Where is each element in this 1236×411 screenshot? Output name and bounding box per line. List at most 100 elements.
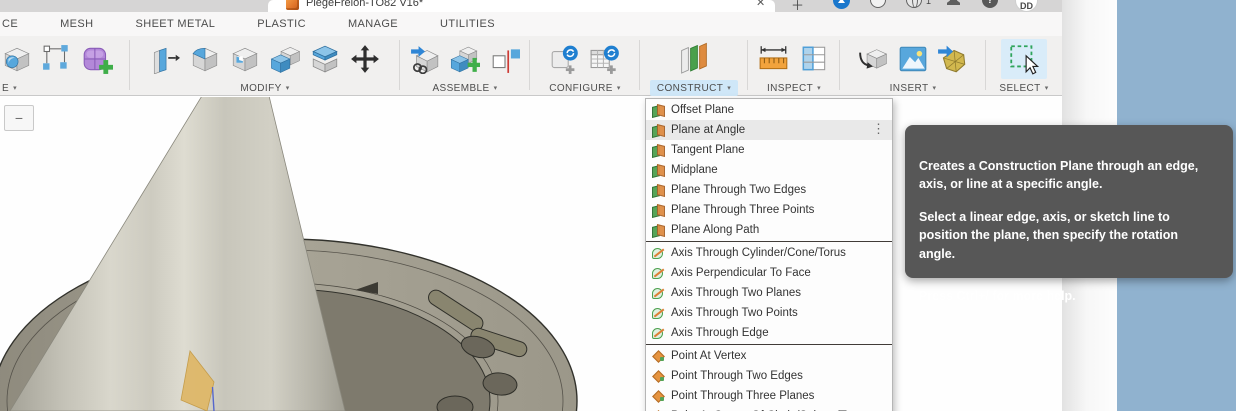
- group-inspect: INSPECT ▾: [748, 36, 840, 96]
- new-component-button[interactable]: [446, 39, 484, 79]
- avatar[interactable]: DD: [1015, 0, 1038, 12]
- chevron-down-icon: ▾: [932, 84, 936, 92]
- job-status-icon[interactable]: [833, 0, 850, 9]
- menu-item-point-through-three-planes[interactable]: Point Through Three Planes: [646, 386, 892, 406]
- menu-item-plane-at-angle[interactable]: Plane at Angle ⋮: [646, 120, 892, 140]
- derive-icon: [858, 44, 888, 74]
- document-icon: [286, 0, 299, 10]
- insert-group-label[interactable]: INSERT ▾: [840, 80, 986, 96]
- collaboration-icon[interactable]: [906, 0, 922, 8]
- chevron-down-icon: ▾: [494, 84, 498, 92]
- help-icon[interactable]: ?: [982, 0, 998, 8]
- tangent-plane-icon: [651, 143, 665, 157]
- configuration-table-button[interactable]: [586, 39, 624, 79]
- menu-item-point-at-center[interactable]: Point At Center Of Circle/Sphere/Torus: [646, 406, 892, 411]
- split-body-icon: [310, 44, 340, 74]
- create-form-button[interactable]: [78, 39, 116, 79]
- measure-button[interactable]: [755, 39, 793, 79]
- move-copy-button[interactable]: [346, 39, 384, 79]
- title-tab-bar: PiegeFrelon-TO82 V16* ✕ ＋ 1 ? DD: [0, 0, 1062, 12]
- browser-collapse-button[interactable]: −: [4, 105, 34, 131]
- menu-item-axis-through-two-points[interactable]: Axis Through Two Points: [646, 303, 892, 323]
- combine-icon: [270, 44, 300, 74]
- menu-item-axis-perpendicular-to-face[interactable]: Axis Perpendicular To Face: [646, 263, 892, 283]
- axis-perpendicular-to-face-icon: [651, 266, 665, 280]
- menu-item-plane-along-path[interactable]: Plane Along Path: [646, 220, 892, 240]
- menu-item-tangent-plane[interactable]: Tangent Plane: [646, 140, 892, 160]
- tab-manage[interactable]: MANAGE: [348, 18, 398, 30]
- derive-button[interactable]: [854, 39, 892, 79]
- insert-mesh-icon: [937, 43, 969, 75]
- model-viewport[interactable]: −: [0, 97, 1062, 411]
- insert-mesh-button[interactable]: [934, 39, 972, 79]
- point-at-vertex-icon: [651, 349, 665, 363]
- axis-through-edge-icon: [651, 326, 665, 340]
- edit-form-button[interactable]: [38, 39, 76, 79]
- tab-mesh[interactable]: MESH: [60, 18, 93, 30]
- joint-icon: [490, 44, 520, 74]
- group-modify: MODIFY ▾: [130, 36, 400, 96]
- tab-plastic[interactable]: PLASTIC: [257, 18, 306, 30]
- fillet-button[interactable]: [186, 39, 224, 79]
- section-analysis-button[interactable]: [795, 39, 833, 79]
- select-group-label[interactable]: SELECT ▾: [986, 80, 1062, 96]
- cone-body: [10, 97, 345, 411]
- menu-item-plane-through-two-edges[interactable]: Plane Through Two Edges: [646, 180, 892, 200]
- history-icon[interactable]: [870, 0, 886, 8]
- construct-planes-icon: [676, 41, 712, 77]
- tab-utilities[interactable]: UTILITIES: [440, 18, 495, 30]
- menu-item-axis-through-edge[interactable]: Axis Through Edge: [646, 323, 892, 343]
- axis-through-two-planes-icon: [651, 286, 665, 300]
- axis-through-two-points-icon: [651, 306, 665, 320]
- plane-at-angle-tooltip: Creates a Construction Plane through an …: [905, 125, 1233, 278]
- group-insert: INSERT ▾: [840, 36, 986, 96]
- menu-item-axis-through-cylinder-cone-torus[interactable]: Axis Through Cylinder/Cone/Torus: [646, 243, 892, 263]
- group-select: SELECT ▾: [986, 36, 1062, 96]
- axis-through-cylinder-cone-torus-icon: [651, 246, 665, 260]
- document-tab[interactable]: PiegeFrelon-TO82 V16* ✕: [268, 0, 775, 12]
- configure-icon: [549, 43, 581, 75]
- menu-item-midplane[interactable]: Midplane: [646, 160, 892, 180]
- plane-along-path-icon: [651, 223, 665, 237]
- chevron-down-icon: ▾: [727, 84, 731, 92]
- midplane-icon: [651, 163, 665, 177]
- chevron-down-icon: ▾: [817, 84, 821, 92]
- group-create-partial: E ▾: [0, 36, 130, 96]
- form-tool-button[interactable]: [0, 39, 36, 79]
- menu-item-offset-plane[interactable]: Offset Plane: [646, 100, 892, 120]
- assemble-group-label[interactable]: ASSEMBLE ▾: [400, 80, 530, 96]
- tab-surface-partial[interactable]: CE: [2, 18, 18, 30]
- configure-group-label[interactable]: CONFIGURE ▾: [530, 80, 640, 96]
- kebab-menu-icon[interactable]: ⋮: [872, 121, 885, 137]
- combine-button[interactable]: [266, 39, 304, 79]
- menu-item-plane-through-three-points[interactable]: Plane Through Three Points: [646, 200, 892, 220]
- select-button[interactable]: [1001, 39, 1047, 79]
- joint-button[interactable]: [486, 39, 524, 79]
- split-body-button[interactable]: [306, 39, 344, 79]
- inspect-group-label[interactable]: INSPECT ▾: [748, 80, 840, 96]
- tooltip-description: Creates a Construction Plane through an …: [919, 157, 1215, 193]
- chevron-down-icon: ▾: [286, 84, 290, 92]
- ribbon-tab-row: CE MESH SHEET METAL PLASTIC MANAGE UTILI…: [0, 12, 1062, 36]
- insert-link-button[interactable]: [406, 39, 444, 79]
- modify-group-label[interactable]: MODIFY ▾: [130, 80, 400, 96]
- menu-item-point-at-vertex[interactable]: Point At Vertex: [646, 346, 892, 366]
- menu-item-point-through-two-edges[interactable]: Point Through Two Edges: [646, 366, 892, 386]
- menu-separator: [646, 241, 892, 242]
- construct-group-label[interactable]: CONSTRUCT ▾: [650, 80, 738, 96]
- shell-button[interactable]: [226, 39, 264, 79]
- group-construct: CONSTRUCT ▾: [640, 36, 748, 96]
- document-title: PiegeFrelon-TO82 V16*: [306, 0, 423, 9]
- press-pull-button[interactable]: [146, 39, 184, 79]
- close-tab-icon[interactable]: ✕: [756, 0, 765, 9]
- group-assemble: ASSEMBLE ▾: [400, 36, 530, 96]
- configure-button[interactable]: [546, 39, 584, 79]
- tab-sheet-metal[interactable]: SHEET METAL: [135, 18, 215, 30]
- create-group-label[interactable]: E ▾: [0, 80, 130, 96]
- 3d-model-scene: [0, 97, 662, 411]
- construct-button[interactable]: [675, 39, 713, 79]
- notifications-bell-icon[interactable]: [947, 0, 960, 5]
- canvas-button[interactable]: [894, 39, 932, 79]
- measure-ruler-icon: [758, 43, 790, 75]
- menu-item-axis-through-two-planes[interactable]: Axis Through Two Planes: [646, 283, 892, 303]
